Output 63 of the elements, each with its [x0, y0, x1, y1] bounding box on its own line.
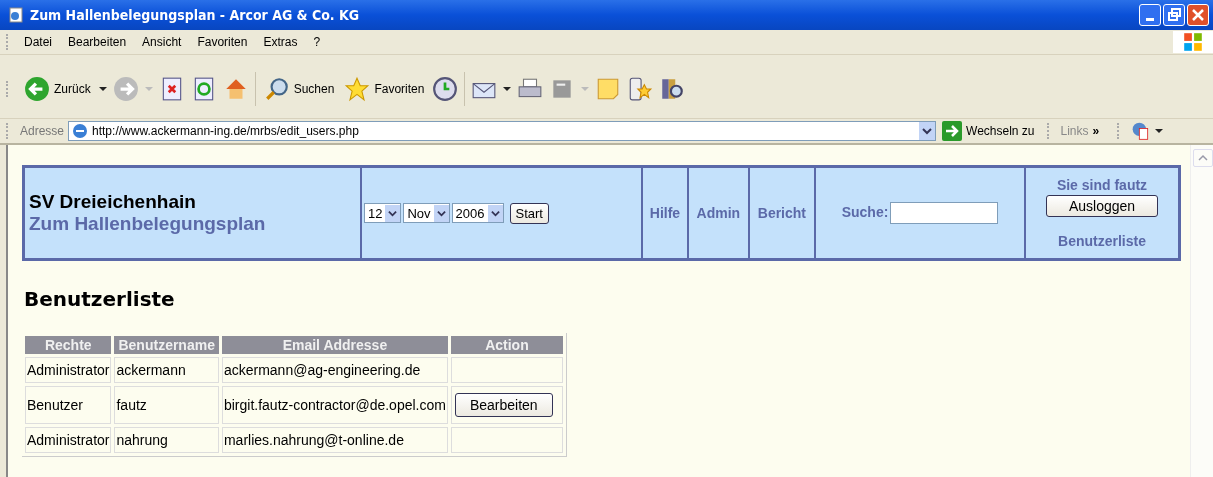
- table-cell: Administrator: [25, 357, 112, 383]
- arrow-right-icon: [942, 121, 963, 141]
- go-button[interactable]: Wechseln zu: [940, 121, 1037, 141]
- table-cell: birgit.fautz-contractor@de.opel.com: [221, 386, 448, 424]
- back-button[interactable]: Zurück: [22, 75, 93, 102]
- search-button[interactable]: Suchen: [261, 75, 337, 102]
- start-button[interactable]: Start: [509, 202, 549, 224]
- minimize-button[interactable]: [1139, 4, 1161, 26]
- table-cell: Administrator: [25, 427, 112, 453]
- chevron-down-icon: [436, 208, 446, 218]
- column-header: Benutzername: [114, 336, 219, 354]
- history-icon[interactable]: [432, 75, 459, 102]
- address-field[interactable]: http://www.ackermann-ing.de/mrbs/edit_users.php: [68, 121, 937, 141]
- windows-logo-icon: [1173, 31, 1213, 53]
- column-header: Email Addresse: [221, 336, 448, 354]
- restore-button[interactable]: [1163, 4, 1185, 26]
- chevron-down-icon: [388, 208, 398, 218]
- search-icon: [263, 75, 290, 102]
- dropdown-arrow-icon[interactable]: [98, 84, 107, 93]
- logout-button[interactable]: Ausloggen: [1045, 195, 1159, 217]
- nav-link[interactable]: Hilfe: [649, 205, 681, 221]
- menu-item[interactable]: Extras: [255, 35, 306, 49]
- nav-link[interactable]: Admin: [696, 205, 741, 221]
- month-select[interactable]: Nov: [403, 203, 450, 223]
- year-select[interactable]: 2006: [451, 203, 504, 223]
- column-header: Action: [450, 336, 563, 354]
- day-select[interactable]: 12: [364, 203, 402, 223]
- star-icon: [344, 75, 371, 102]
- table-cell: fautz: [114, 386, 219, 424]
- table-cell: ackermann@ag-engineering.de: [221, 357, 448, 383]
- table-cell: nahrung: [114, 427, 219, 453]
- user-list-link[interactable]: Benutzerliste: [1027, 233, 1177, 249]
- search-field[interactable]: [890, 202, 999, 224]
- table-cell: Benutzer: [25, 386, 112, 424]
- menu-item[interactable]: Favoriten: [189, 35, 256, 49]
- favorites-button[interactable]: Favoriten: [342, 75, 427, 102]
- plan-link[interactable]: Zum Hallenbelegungsplan: [29, 213, 266, 234]
- search-label: Suche:: [841, 204, 889, 221]
- column-header: Rechte: [25, 336, 112, 354]
- menu-item[interactable]: Ansicht: [134, 35, 190, 49]
- browser-icon: [8, 7, 24, 23]
- chevron-down-icon[interactable]: [922, 126, 933, 136]
- edit-button[interactable]: Bearbeiten: [454, 393, 553, 417]
- menu-item[interactable]: Bearbeiten: [60, 35, 135, 49]
- window-title: Zum Hallenbelegungsplan - Arcor AG & Co. KG: [30, 7, 361, 23]
- menu-item[interactable]: ?: [305, 35, 329, 49]
- menu-item[interactable]: Datei: [16, 35, 60, 49]
- page-heading: Benutzerliste: [24, 287, 176, 311]
- close-button[interactable]: [1187, 4, 1209, 26]
- dropdown-arrow-icon[interactable]: [503, 84, 512, 93]
- more-links-button[interactable]: »: [1092, 124, 1100, 138]
- scroll-up-icon[interactable]: [1198, 153, 1208, 163]
- user-status: Sie sind fautz: [1055, 177, 1149, 193]
- site-name: SV Dreieichenhain: [29, 191, 197, 213]
- table-cell: marlies.nahrung@t-online.de: [221, 427, 448, 453]
- table-cell: ackermann: [114, 357, 219, 383]
- chevron-down-icon: [490, 208, 500, 218]
- scrollbar[interactable]: [1190, 145, 1213, 477]
- nav-link[interactable]: Bericht: [757, 205, 806, 221]
- dropdown-arrow-icon[interactable]: [1155, 127, 1164, 135]
- address-label: Adresse: [20, 124, 65, 138]
- phone-star-icon[interactable]: [627, 75, 654, 102]
- minimize-icon: [1146, 17, 1154, 21]
